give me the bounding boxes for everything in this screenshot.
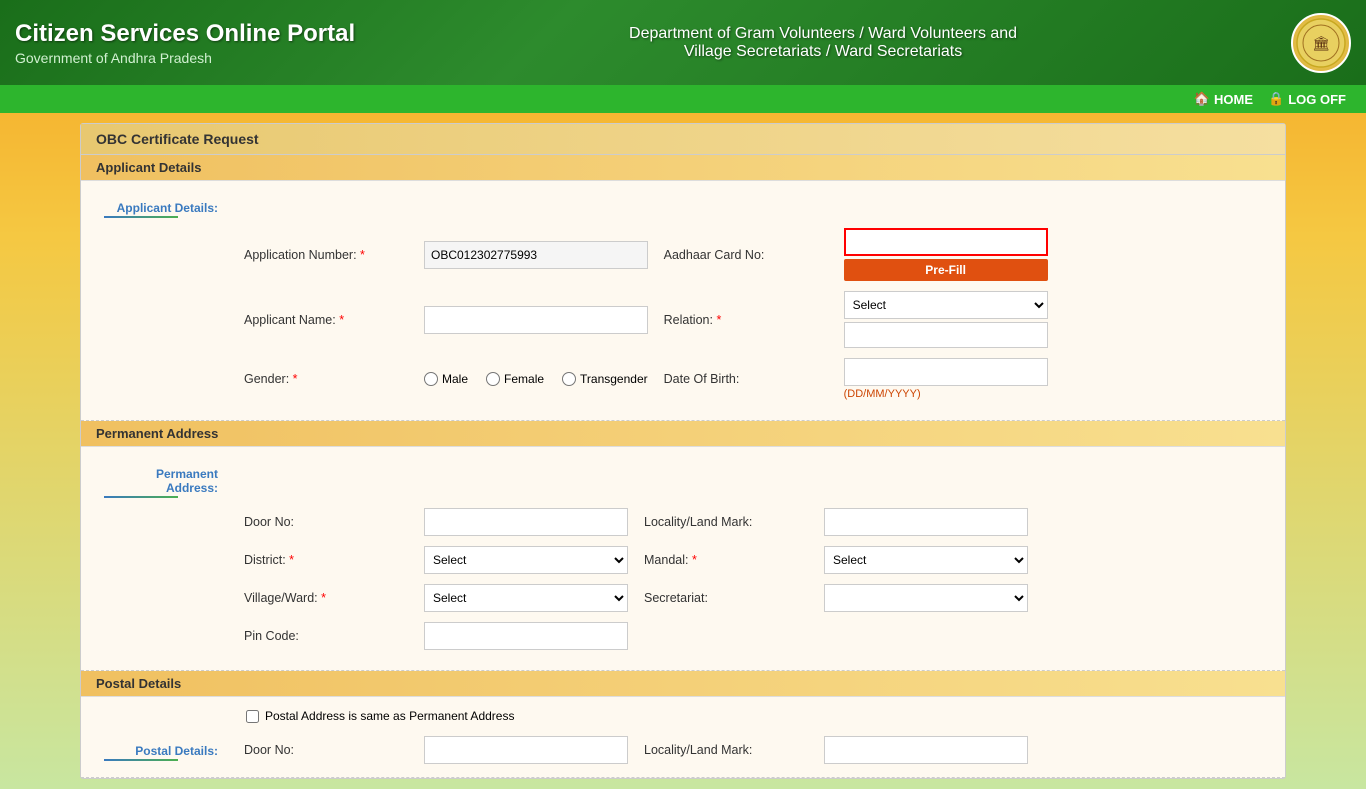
postal-locality-label: Locality/Land Mark: (636, 731, 816, 769)
page-section-title: OBC Certificate Request (81, 124, 1285, 155)
main-content: OBC Certificate Request Applicant Detail… (80, 123, 1286, 779)
pincode-input[interactable] (424, 622, 628, 650)
applicant-section-header: Applicant Details (81, 155, 1285, 181)
postal-door-no-input[interactable] (424, 736, 628, 764)
applicant-name-label: Applicant Name: * (236, 286, 416, 353)
relation-label: Relation: * (656, 286, 836, 353)
postal-label-row: Postal Details: Door No: Locality/Land M… (96, 731, 1270, 769)
applicant-label-row: Applicant Details: (96, 191, 1270, 223)
navbar: 🏠 HOME 🔒 LOG OFF (0, 85, 1366, 113)
header: Citizen Services Online Portal Governmen… (0, 0, 1366, 85)
applicant-details-label: Applicant Details: (104, 196, 228, 218)
gender-female[interactable]: Female (486, 372, 544, 386)
dept-name: Department of Gram Volunteers / Ward Vol… (629, 25, 1017, 61)
postal-same-checkbox[interactable] (246, 710, 259, 723)
postal-locality-input[interactable] (824, 736, 1028, 764)
permanent-address-table: Permanent Address: Door No: Locality/Lan… (96, 457, 1270, 655)
applicant-name-row: Applicant Name: * Relation: * Select Fat… (96, 286, 1270, 353)
postal-same-checkbox-row: Postal Address is same as Permanent Addr… (96, 705, 1270, 731)
gender-transgender[interactable]: Transgender (562, 372, 648, 386)
relation-name-input[interactable] (844, 322, 1048, 348)
dob-input[interactable] (844, 358, 1048, 386)
door-no-label: Door No: (236, 503, 416, 541)
lock-icon: 🔒 (1268, 91, 1284, 107)
applicant-details-section: Applicant Details: Application Number: *… (81, 181, 1285, 421)
mandal-select[interactable]: Select (824, 546, 1028, 574)
portal-subtitle: Government of Andhra Pradesh (15, 50, 355, 66)
district-select[interactable]: Select (424, 546, 628, 574)
door-no-input[interactable] (424, 508, 628, 536)
logo: 🏛 (1291, 13, 1351, 73)
aadhaar-input[interactable] (844, 228, 1048, 256)
village-ward-label: Village/Ward: * (236, 579, 416, 617)
permanent-address-header: Permanent Address (81, 421, 1285, 447)
applicant-name-input[interactable] (424, 306, 648, 334)
gender-label: Gender: * (236, 353, 416, 405)
secretariat-label: Secretariat: (636, 579, 816, 617)
home-icon: 🏠 (1194, 91, 1210, 107)
locality-label: Locality/Land Mark: (636, 503, 816, 541)
pincode-row: Pin Code: (96, 617, 1270, 655)
door-no-row: Door No: Locality/Land Mark: (96, 503, 1270, 541)
village-row: Village/Ward: * Select Secretariat: (96, 579, 1270, 617)
permanent-address-section: Permanent Address: Door No: Locality/Lan… (81, 447, 1285, 671)
postal-door-no-label: Door No: (236, 731, 416, 769)
postal-section: Postal Address is same as Permanent Addr… (81, 697, 1285, 778)
locality-input[interactable] (824, 508, 1028, 536)
dob-hint: (DD/MM/YYYY) (844, 388, 1048, 400)
secretariat-select[interactable] (824, 584, 1028, 612)
gender-radio-group: Male Female Transgender (424, 372, 648, 386)
postal-details-table: Postal Details: Door No: Locality/Land M… (96, 731, 1270, 769)
home-link[interactable]: 🏠 HOME (1194, 91, 1253, 107)
application-number-input[interactable] (424, 241, 648, 269)
applicant-form-table: Applicant Details: Application Number: *… (96, 191, 1270, 405)
logoff-link[interactable]: 🔒 LOG OFF (1268, 91, 1346, 107)
aadhaar-label: Aadhaar Card No: (656, 223, 836, 286)
postal-details-label: Postal Details: (104, 739, 228, 761)
postal-section-header: Postal Details (81, 671, 1285, 697)
permanent-label-row: Permanent Address: (96, 457, 1270, 503)
app-number-row: Application Number: * Aadhaar Card No: P… (96, 223, 1270, 286)
portal-title: Citizen Services Online Portal (15, 20, 355, 48)
relation-select[interactable]: Select Father Mother Guardian (844, 291, 1048, 319)
svg-text:🏛: 🏛 (1312, 35, 1330, 51)
gender-row: Gender: * Male Female (96, 353, 1270, 405)
district-row: District: * Select Mandal: * Select (96, 541, 1270, 579)
district-label: District: * (236, 541, 416, 579)
dob-label: Date Of Birth: (656, 353, 836, 405)
postal-checkbox-label: Postal Address is same as Permanent Addr… (265, 709, 514, 723)
gender-male[interactable]: Male (424, 372, 468, 386)
app-number-label: Application Number: * (236, 223, 416, 286)
prefill-button[interactable]: Pre-Fill (844, 259, 1048, 281)
permanent-address-label: Permanent Address: (104, 462, 228, 498)
pincode-label: Pin Code: (236, 617, 416, 655)
header-left: Citizen Services Online Portal Governmen… (15, 20, 355, 66)
mandal-label: Mandal: * (636, 541, 816, 579)
village-ward-select[interactable]: Select (424, 584, 628, 612)
